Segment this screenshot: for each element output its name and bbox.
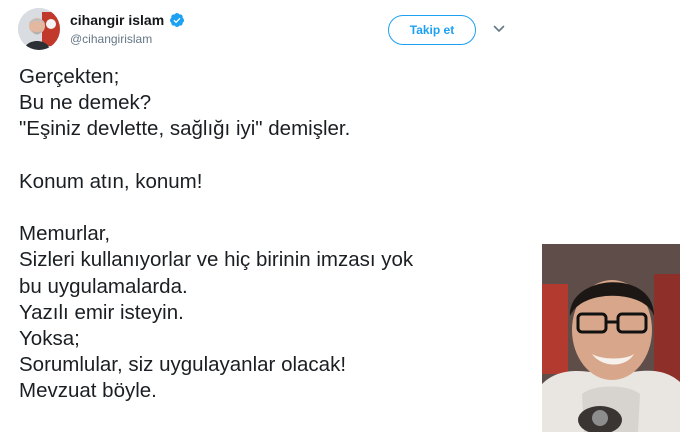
tweet-line: Gerçekten; xyxy=(19,65,120,88)
follow-button[interactable]: Takip et xyxy=(388,15,476,45)
chevron-down-icon[interactable] xyxy=(492,22,506,36)
tweet-text: Gerçekten; Bu ne demek? "Eşiniz devlette… xyxy=(19,64,539,404)
tweet-line: Sizleri kullanıyorlar ve hiç birinin imz… xyxy=(19,248,414,272)
tweet-line: bu uygulamalarda. xyxy=(19,274,188,298)
attached-photo[interactable] xyxy=(542,244,680,432)
tweet-line: Yoksa; xyxy=(19,326,80,350)
user-name-block: cihangir islam @cihangirislam xyxy=(70,11,185,46)
name-row: cihangir islam xyxy=(70,11,185,29)
tweet-line: Mevzuat böyle. xyxy=(19,379,157,403)
tweet-line: Memurlar, xyxy=(19,222,111,246)
tweet-line: Yazılı emir isteyin. xyxy=(19,300,184,324)
tweet-line: Konum atın, konum! xyxy=(19,169,203,193)
tweet-header: cihangir islam @cihangirislam Takip et xyxy=(18,8,678,52)
display-name[interactable]: cihangir islam xyxy=(70,12,164,28)
avatar[interactable] xyxy=(18,8,60,50)
verified-badge-icon xyxy=(170,13,185,27)
tweet-line: Bu ne demek? xyxy=(19,91,152,115)
user-handle[interactable]: @cihangirislam xyxy=(70,32,185,46)
tweet-line: Sorumlular, siz uygulayanlar olacak! xyxy=(19,353,347,377)
tweet-line: "Eşiniz devlette, sağlığı iyi" demişler. xyxy=(19,117,351,141)
